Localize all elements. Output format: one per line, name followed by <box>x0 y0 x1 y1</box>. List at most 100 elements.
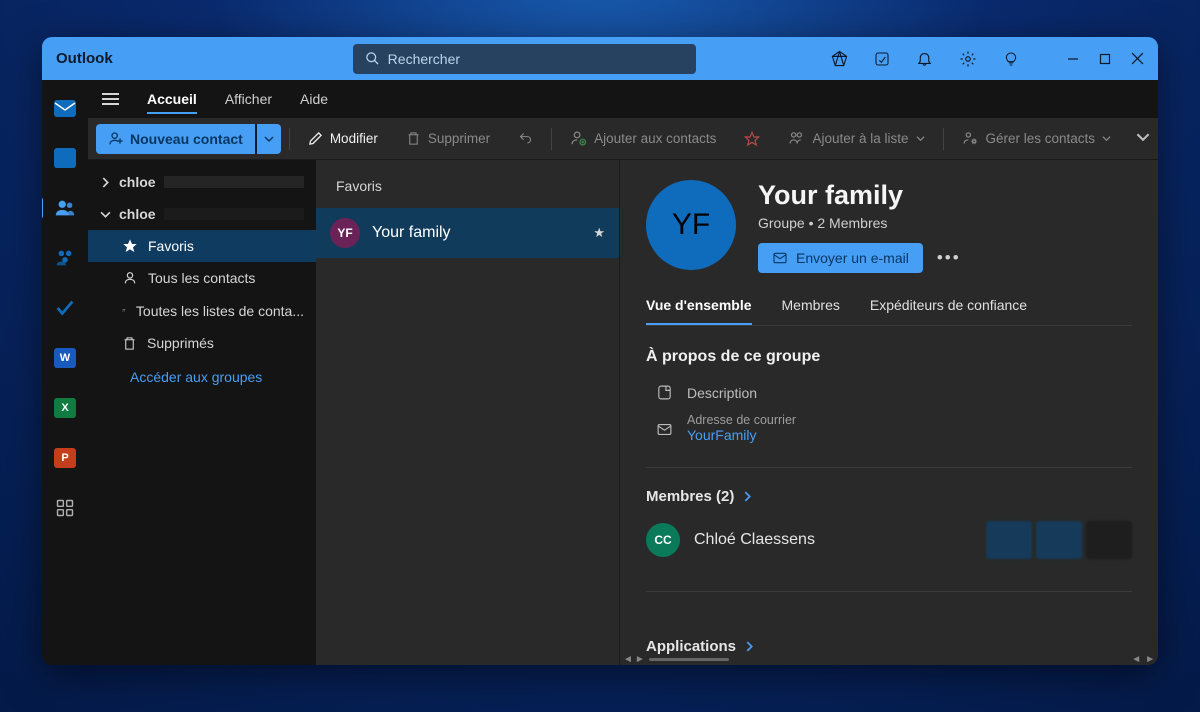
envelope-icon <box>656 421 673 438</box>
trash-icon <box>122 336 137 351</box>
chevron-down-icon <box>916 134 925 143</box>
app-rail: W X P <box>42 80 88 665</box>
list-heading: Favoris <box>316 160 619 208</box>
favorite-button[interactable] <box>734 124 770 154</box>
account-1[interactable]: chloe <box>88 166 316 198</box>
person-icon <box>122 270 138 286</box>
nav-all-contacts[interactable]: Tous les contacts <box>88 262 316 294</box>
new-contact-main[interactable]: Nouveau contact <box>96 124 255 154</box>
members-heading[interactable]: Membres (2) <box>646 488 1132 505</box>
person-add-icon <box>108 131 124 147</box>
people-icon <box>788 130 805 147</box>
bell-icon[interactable] <box>916 50 933 67</box>
person-add-icon <box>570 130 587 147</box>
tab-overview[interactable]: Vue d'ensemble <box>646 297 752 325</box>
add-contacts-label: Ajouter aux contacts <box>594 131 716 146</box>
rail-todo[interactable] <box>51 294 79 322</box>
manage-label: Gérer les contacts <box>986 131 1096 146</box>
about-section: À propos de ce groupe Description Adress… <box>646 348 1132 449</box>
list-item[interactable]: YF Your family ★ <box>316 208 619 258</box>
nav-all-lists-label: Toutes les listes de conta... <box>136 303 304 319</box>
add-list-label: Ajouter à la liste <box>812 131 908 146</box>
ribbon-toolbar: Nouveau contact Modifier Supprimer <box>88 118 1158 160</box>
account-1-label: chloe <box>119 174 156 190</box>
tab-members[interactable]: Membres <box>782 297 840 325</box>
account-2-label: chloe <box>119 206 156 222</box>
nav-deleted[interactable]: Supprimés <box>88 327 316 359</box>
modify-label: Modifier <box>330 131 378 146</box>
nav-groups-link[interactable]: Accéder aux groupes <box>88 359 316 393</box>
gear-icon[interactable] <box>959 50 977 68</box>
premium-icon[interactable] <box>831 50 848 67</box>
toolbar-overflow[interactable] <box>1136 130 1150 144</box>
rail-groups[interactable] <box>51 244 79 272</box>
detail-pane: YF Your family Groupe • 2 Membres Envoye… <box>619 160 1158 665</box>
envelope-icon <box>772 250 788 266</box>
description-label: Description <box>687 385 757 401</box>
delete-button[interactable]: Supprimer <box>396 124 500 154</box>
rail-mail[interactable] <box>51 94 79 122</box>
add-to-contacts-button[interactable]: Ajouter aux contacts <box>560 124 726 154</box>
member-placeholders <box>986 521 1132 559</box>
bulb-icon[interactable] <box>1003 51 1019 67</box>
folder-nav: chloe chloe Favoris Tous les cont <box>88 160 316 665</box>
note-icon <box>656 384 673 401</box>
about-heading: À propos de ce groupe <box>646 348 1132 366</box>
search-box[interactable] <box>353 44 696 74</box>
app-title: Outlook <box>56 50 113 67</box>
chevron-down-icon <box>1102 134 1111 143</box>
nav-favorites[interactable]: Favoris <box>88 230 316 262</box>
star-icon[interactable]: ★ <box>593 225 605 241</box>
list-item-label: Your family <box>372 224 451 242</box>
contact-list: Favoris YF Your family ★ <box>316 160 619 665</box>
avatar: YF <box>330 218 360 248</box>
chevron-right-icon <box>744 641 755 652</box>
tab-view[interactable]: Afficher <box>225 91 272 107</box>
delete-label: Supprimer <box>428 131 490 146</box>
new-contact-dropdown[interactable] <box>255 124 281 154</box>
close-icon[interactable] <box>1131 52 1144 65</box>
tab-home[interactable]: Accueil <box>147 91 197 114</box>
nav-all-contacts-label: Tous les contacts <box>148 270 255 286</box>
nav-deleted-label: Supprimés <box>147 335 214 351</box>
member-row[interactable]: CC Chloé Claessens <box>646 521 1132 559</box>
chevron-right-icon <box>742 491 753 502</box>
modify-button[interactable]: Modifier <box>298 124 388 154</box>
people-icon <box>54 197 76 219</box>
rail-excel[interactable]: X <box>51 394 79 422</box>
horizontal-scrollbar[interactable]: ◄► ◄► <box>620 653 1158 665</box>
account-2[interactable]: chloe <box>88 198 316 230</box>
rail-word[interactable]: W <box>51 344 79 372</box>
send-email-button[interactable]: Envoyer un e-mail <box>758 243 923 273</box>
minimize-icon[interactable] <box>1067 53 1079 65</box>
rail-people[interactable] <box>51 194 79 222</box>
ribbon-tabs: Accueil Afficher Aide <box>88 80 1158 118</box>
hamburger-icon[interactable] <box>102 93 119 105</box>
rail-apps[interactable] <box>51 494 79 522</box>
description-row: Description <box>646 378 1132 407</box>
address-value[interactable]: YourFamily <box>687 427 796 443</box>
search-input[interactable] <box>388 51 684 67</box>
chevron-right-icon <box>100 177 111 188</box>
star-icon <box>744 131 760 147</box>
rail-calendar[interactable] <box>51 144 79 172</box>
body: W X P Accueil Afficher Aide Nouveau cont… <box>42 80 1158 665</box>
note-icon[interactable] <box>874 51 890 67</box>
edit-icon <box>308 131 323 146</box>
address-label: Adresse de courrier <box>687 413 796 427</box>
tab-trusted-senders[interactable]: Expéditeurs de confiance <box>870 297 1027 325</box>
detail-header: YF Your family Groupe • 2 Membres Envoye… <box>646 180 1132 273</box>
detail-info: Your family Groupe • 2 Membres Envoyer u… <box>758 180 961 273</box>
tab-help[interactable]: Aide <box>300 91 328 107</box>
maximize-icon[interactable] <box>1099 53 1111 65</box>
rail-powerpoint[interactable]: P <box>51 444 79 472</box>
undo-button[interactable] <box>508 124 543 154</box>
new-contact-button[interactable]: Nouveau contact <box>96 124 281 154</box>
manage-contacts-button[interactable]: Gérer les contacts <box>952 124 1122 154</box>
avatar: CC <box>646 523 680 557</box>
add-to-list-button[interactable]: Ajouter à la liste <box>778 124 934 154</box>
nav-all-lists[interactable]: Toutes les listes de conta... <box>88 294 316 327</box>
more-actions-button[interactable]: ••• <box>937 248 961 268</box>
undo-icon <box>518 131 533 146</box>
trash-icon <box>406 131 421 146</box>
